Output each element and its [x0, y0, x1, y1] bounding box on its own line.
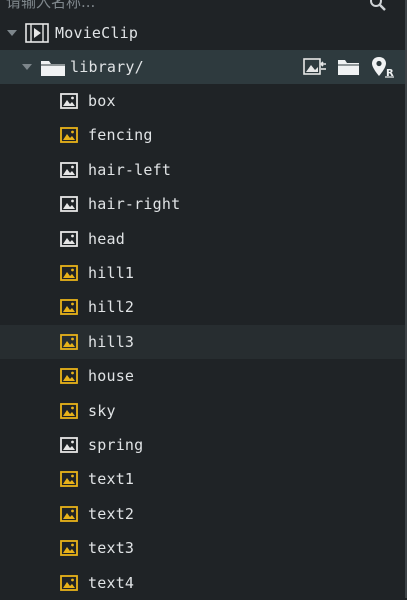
sprite-image-icon	[60, 265, 78, 281]
asset-label: hill2	[88, 298, 135, 317]
asset-row[interactable]: text4	[0, 566, 405, 600]
sprite-image-icon	[60, 505, 78, 522]
folder-icon	[41, 61, 65, 76]
tree-node-library-folder[interactable]: library/ R	[0, 50, 405, 84]
asset-label: text1	[88, 470, 135, 489]
sprite-image-icon	[60, 368, 78, 385]
asset-label: hair-left	[88, 160, 172, 179]
asset-label: text3	[88, 539, 135, 558]
asset-label: hill1	[88, 264, 135, 282]
sprite-image-icon	[60, 402, 78, 419]
import-asset-button[interactable]	[303, 56, 327, 78]
asset-tree-panel: 请输入名称... MovieClip library/ R box fencin…	[0, 0, 407, 598]
new-folder-button[interactable]	[337, 56, 361, 78]
folder-open-icon	[338, 60, 359, 75]
asset-row[interactable]: spring	[0, 428, 405, 462]
locate-resource-button[interactable]: R	[371, 56, 395, 78]
asset-label: fencing	[88, 126, 153, 145]
sprite-image-icon	[60, 574, 78, 591]
tree-node-label: MovieClip	[55, 24, 139, 42]
texture-image-icon	[60, 230, 78, 247]
asset-label: hair-right	[88, 195, 181, 214]
movieclip-icon	[25, 23, 49, 43]
asset-row[interactable]: sky	[0, 394, 405, 428]
asset-row[interactable]: head	[0, 222, 405, 256]
asset-row[interactable]: text2	[0, 497, 405, 531]
locate-pin-icon: R	[372, 57, 394, 78]
texture-image-icon	[60, 161, 78, 178]
search-bar[interactable]: 请输入名称...	[0, 0, 405, 12]
folder-toolbar: R	[303, 50, 395, 84]
asset-row[interactable]: hair-left	[0, 153, 405, 187]
search-icon[interactable]	[369, 0, 387, 12]
tree-node-label: library/	[70, 58, 144, 76]
expand-arrow-icon[interactable]	[7, 28, 17, 38]
search-placeholder[interactable]: 请输入名称...	[6, 0, 95, 12]
asset-row[interactable]: text3	[0, 531, 405, 565]
asset-label: text2	[88, 504, 135, 523]
asset-row[interactable]: box	[0, 84, 405, 118]
asset-label: sky	[88, 401, 116, 420]
asset-row[interactable]: hair-right	[0, 187, 405, 221]
asset-label: text4	[88, 573, 135, 592]
asset-row[interactable]: hill1	[0, 256, 405, 290]
sprite-image-icon	[60, 299, 78, 316]
asset-label: box	[88, 92, 116, 110]
texture-image-icon	[60, 437, 78, 453]
tree-node-movieclip[interactable]: MovieClip	[0, 16, 405, 50]
texture-image-icon	[60, 93, 78, 109]
import-image-icon	[303, 58, 326, 75]
asset-row[interactable]: fencing	[0, 118, 405, 152]
sprite-image-icon	[60, 540, 78, 557]
sprite-image-icon	[60, 333, 78, 350]
asset-row[interactable]: text1	[0, 462, 405, 496]
asset-row[interactable]: hill3	[0, 324, 405, 359]
expand-arrow-icon[interactable]	[22, 62, 32, 72]
asset-label: hill3	[88, 332, 135, 351]
asset-label: spring	[88, 436, 144, 454]
asset-label: house	[88, 367, 135, 386]
asset-row[interactable]: hill2	[0, 290, 405, 324]
asset-label: head	[88, 229, 125, 248]
asset-row[interactable]: house	[0, 359, 405, 393]
sprite-image-icon	[60, 127, 78, 144]
texture-image-icon	[60, 196, 78, 213]
sprite-image-icon	[60, 471, 78, 488]
